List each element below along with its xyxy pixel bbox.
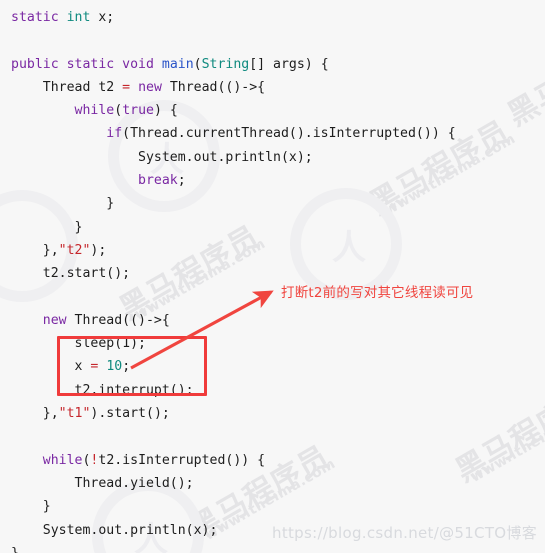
code-token: 10 — [106, 359, 123, 375]
code-line: } — [0, 495, 545, 518]
code-line: Thread t2 = new Thread(()->{ — [0, 76, 545, 99]
csdn-credit-watermark: https://blog.csdn.net/@51CTO博客 — [272, 524, 537, 542]
code-token: static — [11, 10, 59, 25]
code-token: (Thread.currentThread().isInterrupted())… — [122, 126, 456, 142]
code-line: new Thread(()->{ — [0, 309, 545, 332]
code-token: ; — [177, 173, 186, 189]
code-token: = — [122, 79, 131, 95]
code-line: System.out.println(x); — [0, 146, 545, 169]
code-token: public static void — [11, 56, 154, 72]
code-token: }, — [42, 242, 59, 258]
code-token: new — [138, 79, 162, 95]
code-token: t2.start(); — [42, 266, 131, 282]
code-token: break — [138, 173, 178, 189]
code-token: while — [74, 103, 115, 119]
code-line: while(!t2.isInterrupted()) { — [0, 449, 545, 472]
code-line: },"t1").start(); — [0, 402, 545, 425]
code-token: x — [74, 359, 91, 375]
code-token: } — [11, 546, 19, 553]
code-block: static int x; public static void main(Str… — [0, 0, 545, 553]
screenshot-canvas: 人 黑马程序员 www.itheima.com 人 黑马程序员 www.ithe… — [0, 0, 545, 553]
code-token: true — [122, 103, 154, 119]
code-token: System.out.println(x); — [138, 149, 313, 165]
code-token: ( — [114, 103, 123, 119]
code-token: } — [106, 196, 115, 212]
code-token: ; — [122, 359, 131, 375]
code-token: while — [42, 452, 83, 468]
code-token: ).start(); — [90, 406, 170, 422]
code-line: Thread.yield(); — [0, 472, 545, 495]
code-token: main — [161, 56, 194, 72]
code-token: }, — [42, 406, 59, 422]
code-token: Thread.yield(); — [74, 475, 194, 491]
code-line: if(Thread.currentThread().isInterrupted(… — [0, 122, 545, 145]
code-token: t2.interrupt(); — [74, 382, 194, 398]
code-token: } — [42, 499, 51, 515]
code-token: ); — [90, 242, 107, 258]
code-line: },"t2"); — [0, 239, 545, 262]
code-token: new — [42, 312, 67, 328]
code-token: x; — [90, 10, 115, 25]
code-token: Thread(()->{ — [161, 79, 266, 95]
code-token: } — [74, 219, 83, 235]
code-line: } — [0, 192, 545, 215]
code-line: sleep(1); — [0, 332, 545, 355]
code-line: t2.interrupt(); — [0, 379, 545, 402]
code-token: "t2" — [58, 242, 91, 258]
code-token: Thread(()->{ — [66, 312, 170, 328]
code-line: public static void main(String[] args) { — [0, 53, 545, 76]
code-token: ( — [193, 56, 202, 72]
code-token: ) { — [153, 103, 178, 119]
code-token: sleep(1); — [74, 336, 146, 352]
code-line: x = 10; — [0, 355, 545, 378]
code-token: String — [201, 56, 250, 72]
code-token: if — [106, 126, 123, 142]
code-line: static int x; — [0, 6, 545, 29]
code-token: Thread t2 — [42, 79, 123, 95]
code-line: } — [0, 216, 545, 239]
code-token: System.out.println(x); — [42, 522, 218, 538]
code-token: "t1" — [58, 406, 91, 422]
code-token: [] args) { — [249, 56, 329, 72]
code-line: } — [0, 542, 545, 553]
code-line: break; — [0, 169, 545, 192]
code-line: while(true) { — [0, 99, 545, 122]
code-token: int — [66, 10, 91, 25]
code-line: t2.start(); — [0, 262, 545, 285]
code-token: t2.isInterrupted()) { — [98, 452, 266, 468]
